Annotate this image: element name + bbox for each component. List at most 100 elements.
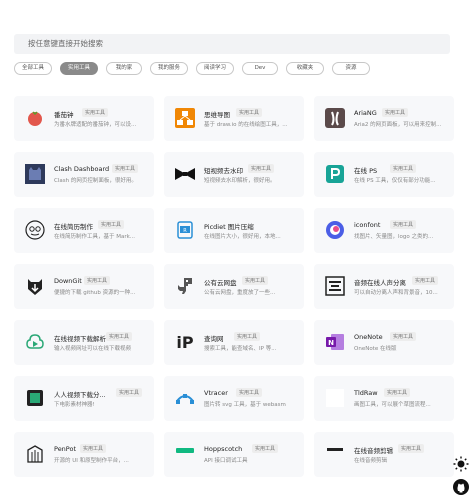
video-download-icon xyxy=(24,331,45,352)
card-badge: 实用工具 xyxy=(398,444,425,453)
tool-card-iconfont[interactable]: iconfont 实用工具 找图片、矢量图，logo 之类的... xyxy=(314,208,454,253)
card-badge: 实用工具 xyxy=(106,332,133,341)
tool-card-pomodoro[interactable]: 番茄钟 实用工具 为番水牌适配的番茄钟，可以设... xyxy=(14,96,154,141)
tab-dev[interactable]: Dev xyxy=(242,62,278,75)
card-badge: 实用工具 xyxy=(412,276,439,285)
card-badge: 实用工具 xyxy=(116,388,143,397)
photopea-icon xyxy=(324,163,345,184)
film-icon xyxy=(24,387,45,408)
card-name: 在线简历制作 xyxy=(54,223,93,231)
card-desc: OneNote 在线版 xyxy=(354,346,397,352)
card-name: 在线音频剪辑 xyxy=(354,447,393,455)
tab-all-tools[interactable]: 全部工具 xyxy=(14,62,52,75)
tldraw-icon xyxy=(324,387,345,408)
tool-card-downgit[interactable]: DownGit 实用工具 便捷的下载 github 资源的一种... xyxy=(14,264,154,309)
tab-my-services[interactable]: 我的服务 xyxy=(150,62,188,75)
card-name: iconfont xyxy=(354,221,381,229)
card-badge: 实用工具 xyxy=(234,332,261,341)
card-badge: 实用工具 xyxy=(390,164,417,173)
tab-favorites[interactable]: 收藏夹 xyxy=(286,62,324,75)
tab-my-home[interactable]: 我的家 xyxy=(106,62,142,75)
tool-card-penpot[interactable]: PenPot 实用工具 开源的 UI 和原型制作平台，... xyxy=(14,432,154,477)
card-badge: 实用工具 xyxy=(98,220,125,229)
bowtie-icon xyxy=(174,163,195,184)
card-badge: 实用工具 xyxy=(82,108,109,117)
card-badge: 实用工具 xyxy=(80,444,107,453)
card-name: 查询网 xyxy=(204,335,224,343)
category-tabs: 全部工具 实用工具 我的家 我的服务 阅读学习 Dev 收藏夹 资源 xyxy=(14,62,474,76)
card-desc: 在线简历制作工具，基于 Mark... xyxy=(54,234,136,240)
dino-icon xyxy=(174,275,195,296)
card-badge: 实用工具 xyxy=(112,164,139,173)
card-desc: 输入视频网址可以在线下载视频 xyxy=(54,346,132,352)
tool-card-clash[interactable]: Clash Dashboard 实用工具 Clash 的网页控制面板，很好用。 xyxy=(14,152,154,197)
tomato-icon xyxy=(24,107,45,128)
mindmap-icon xyxy=(174,107,195,128)
tab-utility-tools[interactable]: 实用工具 xyxy=(60,62,98,75)
card-name: 短视频去水印 xyxy=(204,167,243,175)
tool-card-resume[interactable]: 在线简历制作 实用工具 在线简历制作工具，基于 Mark... xyxy=(14,208,154,253)
card-desc: Aria2 的网页面板，可以用来控制... xyxy=(354,122,442,128)
card-desc: API 接口调试工具 xyxy=(204,458,248,464)
card-name: Vtracer xyxy=(204,389,228,397)
tool-card-ariang[interactable]: AriaNG 实用工具 Aria2 的网页面板，可以用来控制... xyxy=(314,96,454,141)
audio-cut-icon xyxy=(324,443,345,464)
card-badge: 实用工具 xyxy=(382,108,409,117)
tool-card-vocal-separation[interactable]: 音频在线人声分离 实用工具 可以自动分离人声和背景音，10... xyxy=(314,264,454,309)
tool-card-vtracer[interactable]: Vtracer 实用工具 图片转 svg 工具，基于 webasm xyxy=(164,376,304,421)
card-desc: Clash 的网页控制面板，很好用。 xyxy=(54,178,137,184)
card-name: AriaNG xyxy=(354,109,377,117)
tool-card-lookup[interactable]: iP 查询网 实用工具 搜索工具，能查域名、IP 等... xyxy=(164,320,304,365)
card-badge: 实用工具 xyxy=(84,276,111,285)
tool-card-onenote[interactable]: N OneNote 实用工具 OneNote 在线版 xyxy=(314,320,454,365)
tab-reading[interactable]: 阅读学习 xyxy=(196,62,234,75)
tool-card-rrvideo[interactable]: 人人视频下载分... 实用工具 下电影素材神器! xyxy=(14,376,154,421)
card-name: 音频在线人声分离 xyxy=(354,279,406,287)
picdiet-icon: R xyxy=(174,219,195,240)
tool-card-watermark[interactable]: 短视频去水印 实用工具 短视频去水印解析，很好用。 xyxy=(164,152,304,197)
card-name: PenPot xyxy=(54,445,77,453)
card-desc: 下电影素材神器! xyxy=(54,402,95,408)
resume-icon xyxy=(24,219,45,240)
card-desc: 基于 draw.io 的在线绘图工具，... xyxy=(204,122,288,128)
card-desc: 短视频去水印解析，很好用。 xyxy=(204,178,276,184)
card-desc: 开源的 UI 和原型制作平台，... xyxy=(54,458,129,464)
card-name: Clash Dashboard xyxy=(54,165,110,173)
github-icon[interactable] xyxy=(453,479,469,495)
onenote-icon: N xyxy=(324,331,345,352)
card-badge: 实用工具 xyxy=(390,332,417,341)
card-name: 思维导图 xyxy=(204,111,230,119)
svg-text:iP: iP xyxy=(176,333,193,351)
downgit-icon xyxy=(24,275,45,296)
tool-card-hoppscotch[interactable]: Hoppscotch 实用工具 API 接口调试工具 xyxy=(164,432,304,477)
card-desc: 在线图片大小，很好用，本地... xyxy=(204,234,281,240)
card-badge: 实用工具 xyxy=(252,444,279,453)
tool-card-cloud-drive[interactable]: 公有云网盘 实用工具 公有云网盘，重度放了一些... xyxy=(164,264,304,309)
ip-icon: iP xyxy=(174,331,195,352)
tool-card-audio-cut[interactable]: 在线音频剪辑 实用工具 在线音频剪辑 xyxy=(314,432,454,477)
svg-text:N: N xyxy=(328,339,334,347)
sun-icon[interactable] xyxy=(453,456,469,472)
penpot-icon xyxy=(24,443,45,464)
tool-card-tldraw[interactable]: TldRaw 实用工具 画图工具，可以展个草图流程... xyxy=(314,376,454,421)
card-badge: 实用工具 xyxy=(236,388,263,397)
tab-resources[interactable]: 资源 xyxy=(332,62,370,75)
card-name: 番茄钟 xyxy=(54,111,74,119)
tool-card-picdiet[interactable]: R Picdiet 图片压缩 在线图片大小，很好用，本地... xyxy=(164,208,304,253)
card-badge: 实用工具 xyxy=(390,220,417,229)
tool-card-video-download[interactable]: 在线视频下载解析 实用工具 输入视频网址可以在线下载视频 xyxy=(14,320,154,365)
tool-card-mindmap[interactable]: 思维导图 实用工具 基于 draw.io 的在线绘图工具，... xyxy=(164,96,304,141)
card-name: TldRaw xyxy=(354,389,378,397)
card-desc: 画图工具，可以展个草图流程... xyxy=(354,402,431,408)
card-desc: 在线 PS 工具，仅仅有部分功能... xyxy=(354,178,436,184)
tool-card-online-ps[interactable]: 在线 PS 实用工具 在线 PS 工具，仅仅有部分功能... xyxy=(314,152,454,197)
card-badge: 实用工具 xyxy=(236,108,263,117)
card-badge: 实用工具 xyxy=(384,388,411,397)
ariang-icon xyxy=(324,107,345,128)
card-name: Picdiet 图片压缩 xyxy=(204,223,254,231)
iconfont-icon xyxy=(324,219,345,240)
card-desc: 可以自动分离人声和背景音，10... xyxy=(354,290,438,296)
card-desc: 找图片、矢量图，logo 之类的... xyxy=(354,234,434,240)
card-name: 人人视频下载分... xyxy=(54,391,106,399)
search-input[interactable]: 按任意键直接开始搜索 xyxy=(14,34,450,54)
